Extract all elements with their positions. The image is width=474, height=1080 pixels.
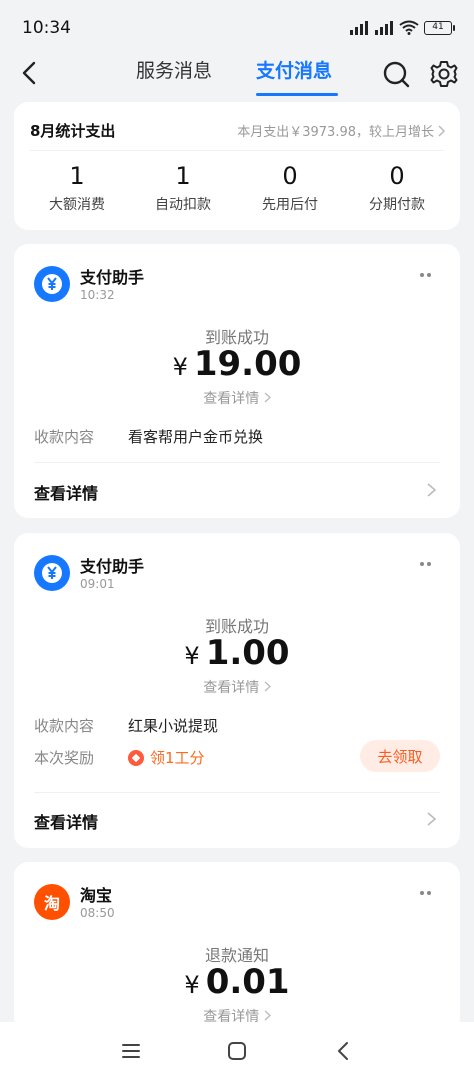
chevron-right-icon bbox=[427, 483, 437, 497]
system-nav-bar bbox=[0, 1022, 474, 1080]
more-options-button[interactable] bbox=[420, 559, 436, 569]
search-button[interactable] bbox=[380, 58, 412, 90]
reward-value: 领1工分 bbox=[128, 747, 205, 768]
stat-pay-later[interactable]: 0 先用后付 bbox=[235, 162, 345, 214]
message-time: 09:01 bbox=[80, 577, 115, 591]
back-nav-button[interactable] bbox=[330, 1038, 356, 1064]
divider bbox=[34, 462, 440, 463]
amount-value: 1.00 bbox=[205, 633, 290, 673]
menu-icon bbox=[122, 1044, 140, 1058]
status-time: 10:34 bbox=[22, 18, 71, 38]
menu-button[interactable] bbox=[118, 1038, 144, 1064]
message-sender: 支付助手 bbox=[80, 268, 145, 287]
signal-icon bbox=[375, 21, 393, 35]
chevron-right-icon bbox=[264, 1010, 271, 1021]
home-button[interactable] bbox=[224, 1038, 250, 1064]
battery-icon: 41 bbox=[424, 20, 455, 35]
chevron-right-icon bbox=[427, 812, 437, 826]
yuan-icon bbox=[34, 266, 70, 302]
stat-large-spending[interactable]: 1 大额消费 bbox=[22, 162, 132, 214]
stat-label: 自动扣款 bbox=[155, 197, 211, 213]
tab-pay-messages[interactable]: 支付消息 bbox=[256, 56, 332, 96]
currency-symbol: ¥ bbox=[184, 642, 200, 670]
view-details-label: 查看详情 bbox=[203, 680, 260, 696]
summary-title: 8月统计支出 bbox=[30, 122, 116, 140]
stat-value: 1 bbox=[175, 162, 191, 190]
stat-label: 先用后付 bbox=[262, 197, 318, 213]
summary-right-text: 本月支出￥3973.98，较上月增长 bbox=[237, 125, 434, 140]
amount-value: 19.00 bbox=[193, 344, 302, 384]
message-card[interactable]: 淘 淘宝 08:50 退款通知 ¥0.01 查看详情 bbox=[14, 862, 460, 1032]
yuan-icon bbox=[34, 555, 70, 591]
more-options-button[interactable] bbox=[420, 270, 436, 280]
search-icon bbox=[383, 61, 410, 88]
amount: ¥19.00 bbox=[14, 344, 460, 384]
receipt-content-value: 看客帮用户金币兑换 bbox=[128, 428, 264, 446]
monthly-summary-card[interactable]: 8月统计支出 本月支出￥3973.98，较上月增长 1 大额消费 1 自动扣款 … bbox=[14, 102, 460, 230]
amount: ¥1.00 bbox=[14, 633, 460, 673]
view-details-link[interactable]: 查看详情 bbox=[14, 677, 460, 697]
status-bar: 10:34 41 bbox=[0, 0, 474, 50]
message-card[interactable]: 支付助手 10:32 到账成功 ¥19.00 查看详情 收款内容 看客帮用户金币… bbox=[14, 244, 460, 518]
receipt-content-label: 收款内容 bbox=[34, 717, 95, 735]
stat-installment[interactable]: 0 分期付款 bbox=[342, 162, 452, 214]
header: 服务消息 支付消息 bbox=[0, 50, 474, 98]
gear-icon bbox=[430, 61, 458, 87]
more-options-button[interactable] bbox=[420, 888, 436, 898]
stat-value: 0 bbox=[282, 162, 298, 190]
stat-label: 分期付款 bbox=[369, 197, 425, 213]
view-details-label: 查看详情 bbox=[203, 391, 260, 407]
view-details-button[interactable]: 查看详情 bbox=[34, 809, 98, 833]
message-time: 10:32 bbox=[80, 288, 115, 302]
stat-auto-deduction[interactable]: 1 自动扣款 bbox=[128, 162, 238, 214]
settings-button[interactable] bbox=[428, 58, 460, 90]
status-icons: 41 bbox=[349, 20, 455, 35]
signal-icon bbox=[350, 21, 368, 35]
stat-label: 大额消费 bbox=[49, 197, 105, 213]
summary-right-link[interactable]: 本月支出￥3973.98，较上月增长 bbox=[237, 121, 446, 140]
receipt-content-label: 收款内容 bbox=[34, 428, 95, 446]
tab-service-messages[interactable]: 服务消息 bbox=[136, 56, 212, 96]
taobao-icon: 淘 bbox=[34, 884, 70, 920]
amount-value: 0.01 bbox=[205, 962, 290, 1002]
view-details-button[interactable]: 查看详情 bbox=[34, 480, 98, 504]
message-sender: 淘宝 bbox=[80, 886, 113, 905]
tab-underline bbox=[256, 93, 338, 96]
view-details-link[interactable]: 查看详情 bbox=[14, 388, 460, 408]
amount: ¥0.01 bbox=[14, 962, 460, 1002]
wifi-icon bbox=[399, 20, 419, 35]
chevron-right-icon bbox=[264, 392, 271, 403]
chevron-right-icon bbox=[438, 124, 446, 137]
back-arrow-icon bbox=[22, 61, 36, 85]
reward-label: 本次奖励 bbox=[34, 749, 95, 767]
reward-text: 领1工分 bbox=[150, 749, 205, 767]
currency-symbol: ¥ bbox=[184, 971, 200, 999]
taobao-icon-text: 淘 bbox=[43, 894, 60, 913]
back-button[interactable] bbox=[14, 58, 44, 88]
message-card[interactable]: 支付助手 09:01 到账成功 ¥1.00 查看详情 收款内容 红果小说提现 本… bbox=[14, 533, 460, 848]
receipt-content-value: 红果小说提现 bbox=[128, 717, 219, 735]
stat-value: 1 bbox=[69, 162, 85, 190]
claim-reward-button[interactable]: 去领取 bbox=[360, 740, 440, 772]
back-icon bbox=[338, 1042, 348, 1060]
message-time: 08:50 bbox=[80, 906, 115, 920]
stat-value: 0 bbox=[389, 162, 405, 190]
reward-icon bbox=[128, 749, 144, 766]
message-sender: 支付助手 bbox=[80, 557, 145, 576]
currency-symbol: ¥ bbox=[172, 353, 188, 381]
divider bbox=[30, 150, 444, 151]
divider bbox=[34, 792, 440, 793]
chevron-right-icon bbox=[264, 681, 271, 692]
home-icon bbox=[228, 1042, 246, 1060]
